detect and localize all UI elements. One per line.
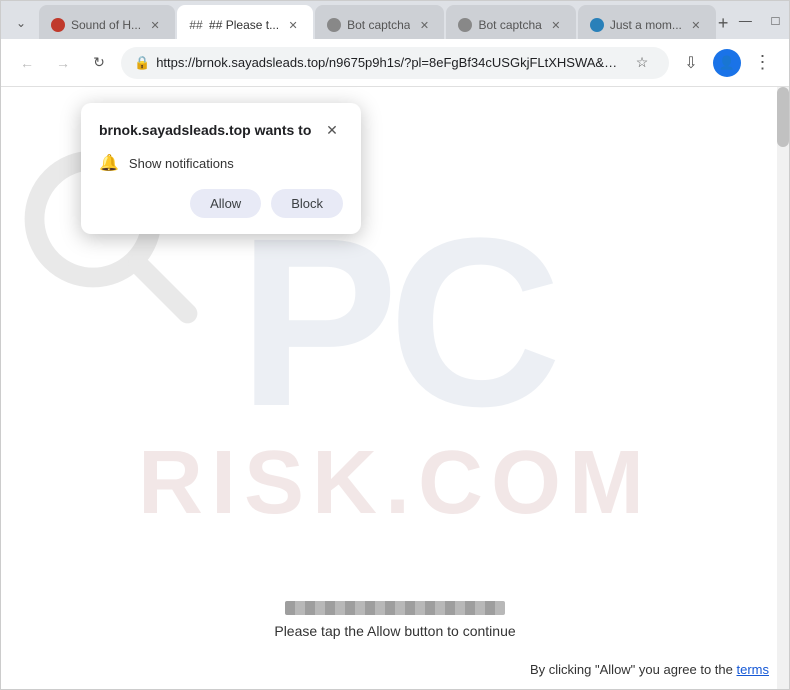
address-actions: ☆	[628, 49, 656, 77]
tab-favicon-2: ##	[189, 18, 203, 32]
browser-window: ⌄ Sound of H... ✕ ## ## Please t... ✕ Bo…	[0, 0, 790, 690]
address-bar: ← → ↻ 🔒 ☆ ⇩ 👤 ⋮	[1, 39, 789, 87]
maximize-button[interactable]: □	[762, 7, 788, 33]
footer-text: By clicking "Allow" you agree to the	[530, 662, 733, 677]
block-button[interactable]: Block	[271, 189, 343, 218]
tab-close-1[interactable]: ✕	[147, 17, 163, 33]
popup-title: brnok.sayadsleads.top wants to	[99, 122, 311, 138]
scrollbar-thumb[interactable]	[777, 87, 789, 147]
page-footer: By clicking "Allow" you agree to the ter…	[530, 662, 769, 677]
progress-label: Please tap the Allow button to continue	[274, 623, 515, 639]
tab-favicon-3	[327, 18, 341, 32]
watermark-risk-text: RISK.COM	[138, 432, 652, 535]
notification-popup: brnok.sayadsleads.top wants to ✕ 🔔 Show …	[81, 103, 361, 234]
tab-close-4[interactable]: ✕	[548, 17, 564, 33]
popup-header: brnok.sayadsleads.top wants to ✕	[99, 119, 343, 141]
footer-terms-link[interactable]: terms	[737, 662, 770, 677]
download-button[interactable]: ⇩	[677, 49, 705, 77]
progress-bar-fill	[285, 601, 505, 615]
tab-title-2: ## Please t...	[209, 18, 279, 32]
new-tab-button[interactable]: +	[718, 9, 729, 37]
watermark-pc-text: PC	[238, 202, 551, 442]
popup-wants-to: wants to	[255, 122, 312, 138]
profile-button[interactable]: 👤	[713, 49, 741, 77]
tab-title-1: Sound of H...	[71, 18, 141, 32]
popup-notification-row: 🔔 Show notifications	[99, 153, 343, 173]
browser-tab-5[interactable]: Just a mom... ✕	[578, 5, 716, 39]
browser-tab-1[interactable]: Sound of H... ✕	[39, 5, 175, 39]
window-controls: — □ ✕	[732, 7, 790, 39]
tab-close-3[interactable]: ✕	[416, 17, 432, 33]
bell-icon: 🔔	[99, 153, 119, 173]
tab-title-3: Bot captcha	[347, 18, 410, 32]
popup-site: brnok.sayadsleads.top	[99, 122, 251, 138]
forward-button[interactable]: →	[49, 49, 77, 77]
menu-button[interactable]: ⋮	[749, 49, 777, 77]
browser-tab-4[interactable]: Bot captcha ✕	[446, 5, 575, 39]
tab-favicon-4	[458, 18, 472, 32]
back-button[interactable]: ←	[13, 49, 41, 77]
address-input-wrapper[interactable]: 🔒 ☆	[121, 47, 669, 79]
allow-button[interactable]: Allow	[190, 189, 261, 218]
address-input[interactable]	[156, 55, 622, 70]
tab-list-button[interactable]: ⌄	[9, 11, 33, 35]
tab-close-5[interactable]: ✕	[688, 17, 704, 33]
bookmark-button[interactable]: ☆	[628, 49, 656, 77]
tab-favicon-1	[51, 18, 65, 32]
popup-buttons: Allow Block	[99, 189, 343, 218]
tab-bar: ⌄ Sound of H... ✕ ## ## Please t... ✕ Bo…	[1, 1, 789, 39]
page-bottom-area: Please tap the Allow button to continue	[1, 601, 789, 639]
popup-close-button[interactable]: ✕	[321, 119, 343, 141]
refresh-button[interactable]: ↻	[85, 49, 113, 77]
browser-tab-3[interactable]: Bot captcha ✕	[315, 5, 444, 39]
lock-icon: 🔒	[134, 55, 150, 71]
progress-bar-container	[285, 601, 505, 615]
tab-title-5: Just a mom...	[610, 18, 682, 32]
scrollbar[interactable]	[777, 87, 789, 689]
page-content: PC RISK.COM brnok.sayadsleads.top wants …	[1, 87, 789, 689]
browser-tab-2[interactable]: ## ## Please t... ✕	[177, 5, 313, 39]
tab-title-4: Bot captcha	[478, 18, 541, 32]
tab-favicon-5	[590, 18, 604, 32]
minimize-button[interactable]: —	[732, 7, 758, 33]
tab-close-2[interactable]: ✕	[285, 17, 301, 33]
notification-row-text: Show notifications	[129, 156, 234, 171]
tab-bar-nav: ⌄	[9, 11, 33, 39]
